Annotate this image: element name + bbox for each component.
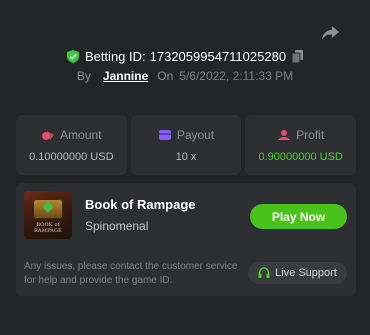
live-support-label: Live Support: [275, 267, 337, 279]
author-row: By Jannine On 5/6/2022, 2:11:33 PM: [0, 69, 370, 83]
thumbnail-logo-text: BOOK of RAMPAGE: [33, 222, 63, 234]
by-label: By: [76, 69, 91, 83]
on-label: On: [157, 69, 174, 83]
stat-amount-label: Amount: [60, 127, 102, 142]
bet-date: 5/6/2022, 2:11:33 PM: [179, 69, 294, 83]
stat-payout-value: 10 x: [175, 150, 197, 163]
game-card: BOOK of RAMPAGE Book of Rampage Spinomen…: [16, 183, 356, 296]
copy-icon[interactable]: [292, 50, 304, 63]
stat-profit: Profit 0.90000000 USD: [245, 115, 357, 175]
support-message: Any issues, please contact the customer …: [24, 261, 238, 286]
stat-amount: Amount 0.10000000 USD: [16, 115, 127, 175]
live-support-button[interactable]: Live Support: [248, 262, 347, 284]
stat-payout: Payout 10 x: [130, 115, 242, 175]
stat-amount-value: 0.10000000 USD: [29, 150, 114, 163]
stats-row: Amount 0.10000000 USD Payout 10 x Profit…: [16, 115, 357, 175]
username-link[interactable]: Jannine: [103, 69, 148, 83]
betting-id-label: Betting ID:: [84, 49, 146, 64]
stat-profit-value: 0.90000000 USD: [258, 150, 343, 163]
play-now-button[interactable]: Play Now: [250, 204, 347, 229]
game-provider: Spinomenal: [85, 219, 149, 233]
coins-icon: [41, 129, 55, 141]
game-thumbnail[interactable]: BOOK of RAMPAGE: [24, 191, 72, 239]
betting-id-value: 1732059954711025280: [149, 49, 287, 64]
stat-payout-label: Payout: [176, 127, 215, 142]
wallet-icon: [158, 129, 172, 141]
betting-id-row: Betting ID: 1732059954711025280: [0, 49, 370, 64]
shield-check-icon: [66, 50, 79, 63]
share-icon[interactable]: [321, 25, 340, 41]
stat-profit-label: Profit: [296, 127, 325, 142]
headphones-icon: [258, 267, 270, 279]
game-title: Book of Rampage: [85, 197, 196, 212]
profit-icon: [277, 129, 291, 141]
